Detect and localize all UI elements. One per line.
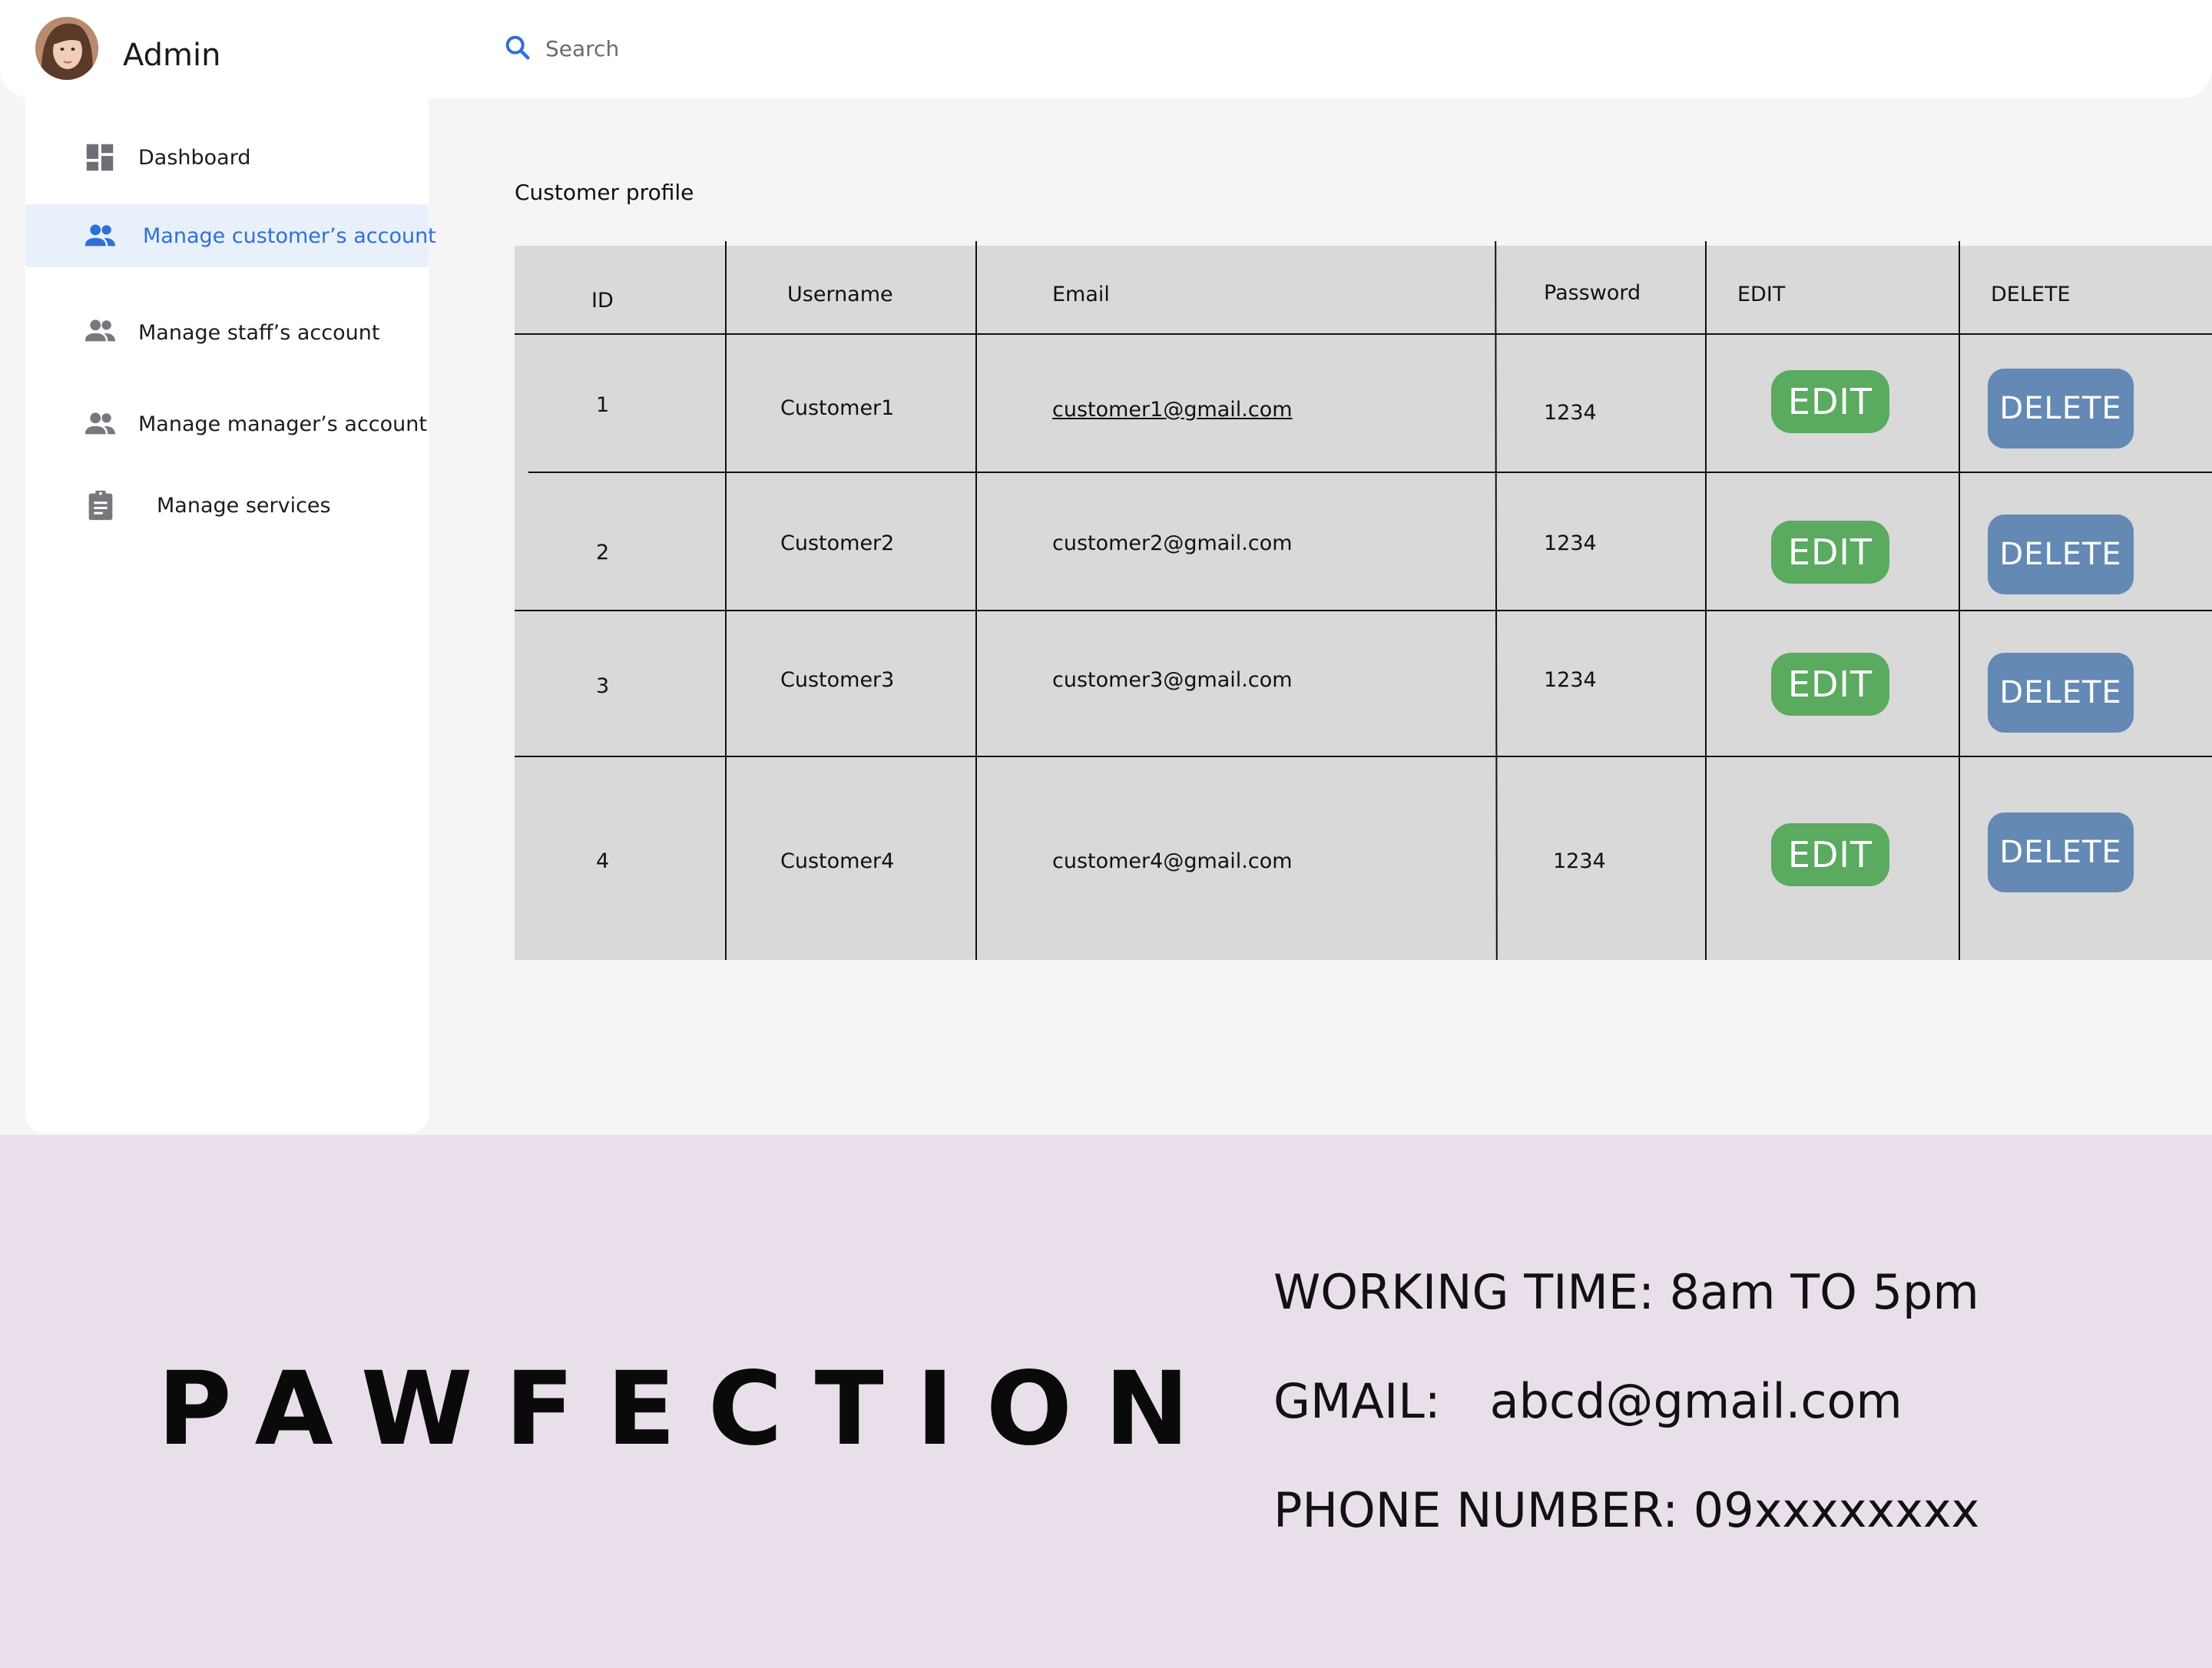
dashboard-icon — [86, 144, 114, 171]
people-icon — [84, 412, 116, 435]
sidebar-item-label: Manage customer’s account — [143, 223, 436, 248]
sidebar-item-label: Manage services — [157, 493, 331, 518]
column-header-id: ID — [591, 289, 614, 313]
sidebar-item-label: Manage manager’s account — [138, 412, 427, 436]
sidebar-item-manage-staff[interactable]: Manage staff’s account — [25, 301, 429, 364]
cell-password: 1234 — [1544, 531, 1597, 555]
column-header-delete: DELETE — [1991, 283, 2071, 306]
search-bar[interactable] — [502, 31, 1040, 66]
cell-password: 1234 — [1553, 849, 1606, 873]
table-divider — [1705, 241, 1707, 960]
column-header-password: Password — [1544, 281, 1641, 305]
edit-button[interactable]: EDIT — [1771, 823, 1889, 886]
top-header: Admin — [0, 0, 2212, 98]
search-icon[interactable] — [502, 32, 533, 63]
cell-email: customer3@gmail.com — [1052, 668, 1293, 692]
avatar[interactable] — [35, 17, 98, 80]
working-time: WORKING TIME: 8am TO 5pm — [1273, 1264, 1979, 1320]
sidebar-item-manage-customers[interactable]: Manage customer’s account — [25, 204, 436, 267]
cell-email: customer2@gmail.com — [1052, 531, 1293, 555]
cell-username: Customer2 — [780, 531, 895, 555]
sidebar-item-label: Manage staff’s account — [138, 320, 380, 345]
sidebar-item-dashboard[interactable]: Dashboard — [25, 126, 429, 189]
people-icon — [84, 319, 116, 342]
table-divider — [725, 241, 727, 960]
table-divider — [515, 610, 2212, 611]
user-name: Admin — [123, 38, 221, 73]
cell-password: 1234 — [1544, 401, 1597, 425]
edit-button[interactable]: EDIT — [1771, 653, 1889, 716]
gmail-label: GMAIL: — [1273, 1373, 1441, 1429]
avatar-image — [35, 17, 98, 80]
cell-id: 3 — [596, 674, 610, 698]
phone-number: PHONE NUMBER: 09xxxxxxxx — [1273, 1482, 1980, 1538]
cell-username: Customer4 — [780, 849, 895, 873]
brand-logo-text: PAWFECTION — [157, 1350, 1222, 1468]
clipboard-icon — [88, 490, 113, 521]
column-header-username: Username — [787, 283, 893, 306]
sidebar-item-manage-managers[interactable]: Manage manager’s account — [25, 392, 429, 455]
gmail-value: abcd@gmail.com — [1489, 1373, 1902, 1429]
search-input[interactable] — [544, 31, 1008, 66]
cell-password: 1234 — [1544, 668, 1597, 692]
cell-id: 2 — [596, 541, 610, 564]
sidebar-item-manage-services[interactable]: Manage services — [25, 474, 429, 537]
table-divider — [515, 333, 2212, 335]
table-divider — [1495, 240, 1498, 961]
column-header-edit: EDIT — [1737, 283, 1786, 306]
page-title: Customer profile — [515, 180, 694, 205]
delete-button[interactable]: DELETE — [1988, 369, 2134, 448]
cell-username: Customer3 — [780, 668, 895, 692]
table-divider — [975, 241, 977, 960]
footer: PAWFECTION WORKING TIME: 8am TO 5pm GMAI… — [0, 1135, 2212, 1668]
sidebar: Dashboard Manage customer’s account Mana… — [25, 98, 436, 1134]
cell-username: Customer1 — [780, 396, 895, 420]
column-header-email: Email — [1052, 283, 1110, 306]
cell-id: 4 — [596, 849, 610, 873]
edit-button[interactable]: EDIT — [1771, 370, 1889, 433]
edit-button[interactable]: EDIT — [1771, 521, 1889, 584]
people-icon — [84, 224, 116, 247]
table-divider — [1959, 241, 1960, 960]
contact-gmail: GMAIL: abcd@gmail.com — [1273, 1373, 1902, 1429]
cell-email-link[interactable]: customer1@gmail.com — [1052, 398, 1293, 422]
delete-button[interactable]: DELETE — [1988, 653, 2134, 733]
table-divider — [515, 756, 2212, 757]
delete-button[interactable]: DELETE — [1988, 812, 2134, 892]
cell-email: customer4@gmail.com — [1052, 849, 1293, 873]
cell-id: 1 — [596, 393, 610, 417]
sidebar-item-label: Dashboard — [138, 145, 251, 170]
delete-button[interactable]: DELETE — [1988, 515, 2134, 594]
customer-table: ID Username Email Password EDIT DELETE 1… — [515, 240, 2212, 961]
